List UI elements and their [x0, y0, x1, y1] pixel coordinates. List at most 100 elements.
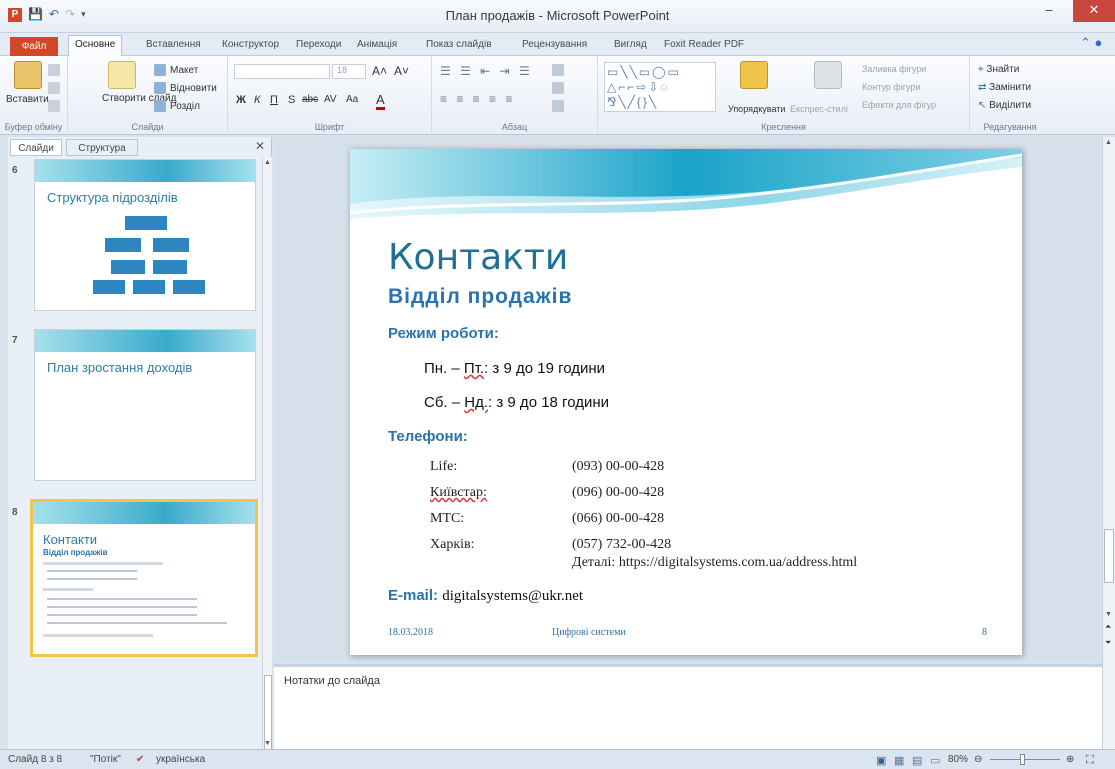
scroll-down-icon[interactable]: ▼	[264, 740, 271, 747]
tab-slides[interactable]: Слайди	[10, 139, 62, 156]
shrink-font-icon[interactable]: A˅	[394, 64, 409, 78]
align-text-icon[interactable]	[552, 82, 564, 94]
scroll-thumb[interactable]	[1104, 529, 1114, 583]
tab-slideshow[interactable]: Показ слайдів	[426, 39, 492, 50]
thumbnail-text-line	[43, 634, 153, 637]
thumbnail-text-line	[43, 588, 93, 591]
cut-icon[interactable]	[48, 64, 60, 76]
close-button[interactable]: ✕	[1073, 0, 1115, 22]
new-slide-icon[interactable]	[108, 61, 136, 89]
tab-insert[interactable]: Вставлення	[146, 39, 201, 50]
quick-styles-button[interactable]: Експрес-стилі	[790, 104, 848, 114]
zoom-level[interactable]: 80%	[948, 754, 968, 765]
language-indicator[interactable]: українська	[156, 754, 205, 765]
tab-file[interactable]: Файл	[10, 37, 58, 56]
operator-label: МТС:	[430, 511, 465, 526]
font-size-select[interactable]: 18	[332, 64, 366, 79]
align-icons[interactable]: ≡ ≡ ≡ ≡ ≡	[440, 92, 515, 106]
org-chart-box	[153, 238, 189, 252]
hours-weekend: Сб. – Нд.: з 9 до 18 години	[424, 394, 609, 411]
zoom-slider-track[interactable]	[990, 759, 1060, 760]
section-button[interactable]: Розділ	[170, 101, 200, 112]
slide-thumbnail-8[interactable]: Контакти Відділ продажів	[30, 499, 258, 657]
paragraph-group: ☰ ☰ ⇤ ⇥ ☰ ≡ ≡ ≡ ≡ ≡ Абзац	[432, 56, 598, 135]
scroll-down-icon[interactable]: ▼	[1105, 611, 1112, 618]
smartart-icon[interactable]	[552, 100, 564, 112]
italic-button[interactable]: К	[254, 94, 260, 106]
editing-group-label: Редагування	[983, 122, 1037, 132]
shape-fill-button[interactable]: Заливка фігури	[862, 64, 926, 74]
copy-icon[interactable]	[48, 82, 60, 94]
slide-thumbnail-6[interactable]: Структура підрозділів	[34, 159, 256, 311]
previous-slide-icon[interactable]: ⏶	[1105, 623, 1111, 631]
slide-thumbnail-7[interactable]: План зростання доходів	[34, 329, 256, 481]
slideshow-icon[interactable]: ▭	[930, 754, 940, 767]
slide-title[interactable]: Контакти	[388, 237, 568, 278]
tab-transitions[interactable]: Переходи	[296, 39, 341, 50]
shadow-button[interactable]: S	[288, 94, 295, 106]
reset-icon[interactable]	[154, 82, 166, 94]
zoom-in-icon[interactable]: ⊕	[1066, 754, 1074, 765]
thumbnail-text-line	[47, 622, 227, 624]
slide-canvas[interactable]: Контакти Відділ продажів Режим роботи: П…	[350, 149, 1022, 655]
tab-view[interactable]: Вигляд	[614, 39, 647, 50]
notes-placeholder[interactable]: Нотатки до слайда	[284, 675, 380, 687]
notes-pane[interactable]: Нотатки до слайда	[274, 664, 1102, 749]
find-button[interactable]: ⌖ Знайти	[978, 64, 1019, 75]
footer-date: 18.03.2018	[388, 627, 433, 638]
slide-sorter-icon[interactable]: ▦	[894, 754, 904, 767]
paste-button[interactable]: Вставити	[6, 94, 49, 105]
tab-design[interactable]: Конструктор	[222, 39, 279, 50]
zoom-out-icon[interactable]: ⊖	[974, 754, 982, 765]
tab-outline[interactable]: Структура	[66, 139, 138, 156]
underline-button[interactable]: П	[270, 94, 278, 106]
editor-scrollbar[interactable]: ▲ ▼ ⏶ ⏷	[1102, 137, 1115, 749]
shape-outline-button[interactable]: Контур фігури	[862, 82, 920, 92]
strikethrough-button[interactable]: abc	[302, 94, 318, 105]
layout-icon[interactable]	[154, 64, 166, 76]
layout-button[interactable]: Макет	[170, 65, 198, 76]
slide-subtitle[interactable]: Відділ продажів	[388, 285, 572, 309]
quick-styles-icon[interactable]	[814, 61, 842, 89]
minimize-button[interactable]: –	[1032, 0, 1066, 22]
tab-foxit[interactable]: Foxit Reader PDF	[664, 39, 744, 50]
shapes-gallery[interactable]: ▭╲╲▭◯▭ △⌐⌐⇨⇩◌ ⅋╲╱{}╲	[604, 62, 716, 112]
bold-button[interactable]: Ж	[236, 94, 246, 106]
fit-to-window-icon[interactable]: ⛶	[1086, 754, 1094, 767]
arrange-button[interactable]: Упорядкувати	[728, 104, 785, 114]
grow-font-icon[interactable]: A˄	[372, 64, 387, 78]
change-case-button[interactable]: Aa	[346, 94, 358, 105]
tab-animation[interactable]: Анімація	[357, 39, 397, 50]
org-chart-box	[173, 280, 205, 294]
paste-icon[interactable]	[14, 61, 42, 89]
scroll-up-icon[interactable]: ▲	[264, 159, 271, 166]
section-icon[interactable]	[154, 100, 166, 112]
next-slide-icon[interactable]: ⏷	[1105, 639, 1111, 647]
font-color-button[interactable]: A	[376, 92, 385, 110]
zoom-slider-thumb[interactable]	[1020, 754, 1025, 765]
tab-review[interactable]: Рецензування	[522, 39, 587, 50]
character-spacing-button[interactable]: AV	[324, 94, 337, 105]
email-address[interactable]: digitalsystems@ukr.net	[442, 588, 583, 604]
close-pane-icon[interactable]: ✕	[255, 139, 265, 153]
footer-company: Цифрові системи	[552, 627, 626, 638]
arrange-icon[interactable]	[740, 61, 768, 89]
normal-view-icon[interactable]: ▣	[876, 754, 886, 767]
help-icon[interactable]: ⌃ ●	[1080, 35, 1102, 51]
slides-pane-scrollbar[interactable]: ▲ ▼	[262, 157, 272, 759]
reset-button[interactable]: Відновити	[170, 83, 217, 94]
replace-button[interactable]: ⇄ Замінити	[978, 82, 1031, 93]
scroll-up-icon[interactable]: ▲	[1105, 139, 1112, 146]
reading-view-icon[interactable]: ▤	[912, 754, 922, 767]
text-direction-icon[interactable]	[552, 64, 564, 76]
address-link[interactable]: Деталі: https://digitalsystems.com.ua/ad…	[572, 555, 857, 571]
select-button[interactable]: ↖ Виділити	[978, 100, 1031, 111]
list-icons[interactable]: ☰ ☰ ⇤ ⇥ ☰	[440, 64, 533, 78]
format-painter-icon[interactable]	[48, 100, 60, 112]
shape-effects-button[interactable]: Ефекти для фігур	[862, 100, 936, 110]
font-family-select[interactable]	[234, 64, 330, 79]
spelling-icon[interactable]: ✔	[136, 754, 144, 765]
replace-button-label: Замінити	[989, 82, 1032, 93]
theme-name: "Потік"	[90, 754, 121, 765]
tab-home[interactable]: Основне	[68, 35, 123, 56]
